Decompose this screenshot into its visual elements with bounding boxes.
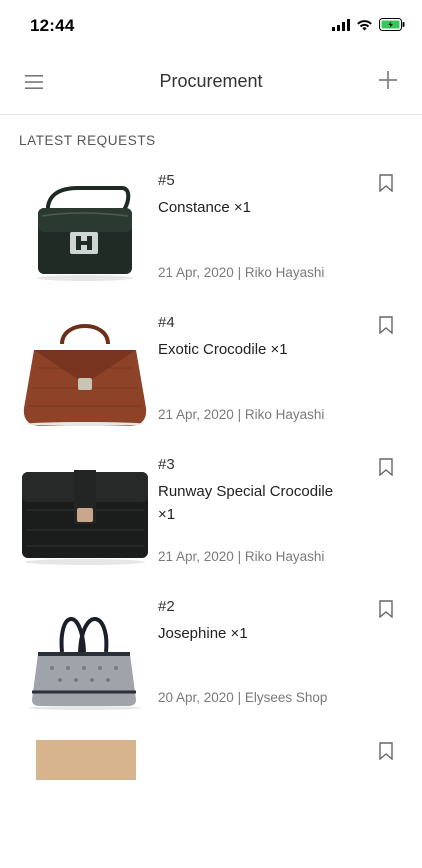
request-name: Josephine ×1 — [158, 625, 248, 642]
request-meta: 21 Apr, 2020 | Riko Hayashi — [158, 407, 325, 422]
page-title: Procurement — [159, 71, 263, 91]
request-item[interactable]: #3 Runway Special Crocodile ×1 21 Apr, 2… — [0, 444, 422, 584]
handbag-image — [36, 740, 136, 780]
section-header: LATEST REQUESTS — [19, 133, 156, 148]
request-name: Runway Special Crocodile ×1 — [158, 483, 334, 523]
signal-icon — [332, 18, 350, 31]
request-name: Exotic Crocodile ×1 — [158, 341, 288, 358]
status-bar: 12:44 — [0, 0, 422, 52]
plus-icon[interactable] — [376, 68, 400, 92]
bookmark-icon[interactable] — [378, 174, 394, 192]
request-meta: 21 Apr, 2020 | Riko Hayashi — [158, 549, 325, 564]
status-icons — [332, 18, 406, 31]
handbag-image — [23, 324, 147, 426]
request-meta: 20 Apr, 2020 | Elysees Shop — [158, 690, 328, 705]
request-meta: 21 Apr, 2020 | Riko Hayashi — [158, 265, 325, 280]
request-number: #3 — [158, 456, 175, 473]
handbag-image — [29, 617, 141, 710]
bookmark-icon[interactable] — [378, 316, 394, 334]
request-number: #2 — [158, 598, 175, 615]
request-number: #4 — [158, 314, 175, 331]
request-item[interactable]: #5 Constance ×1 21 Apr, 2020 | Riko Haya… — [0, 160, 422, 300]
navigation-bar: Procurement — [0, 52, 422, 115]
request-item[interactable] — [0, 728, 422, 868]
wifi-icon — [357, 19, 372, 30]
request-item[interactable]: #4 Exotic Crocodile ×1 21 Apr, 2020 | Ri… — [0, 302, 422, 442]
battery-icon — [379, 18, 405, 31]
bookmark-icon[interactable] — [378, 458, 394, 476]
handbag-image — [22, 470, 148, 565]
bookmark-icon[interactable] — [378, 600, 394, 618]
request-item[interactable]: #2 Josephine ×1 20 Apr, 2020 | Elysees S… — [0, 586, 422, 726]
request-number: #5 — [158, 172, 175, 189]
handbag-image — [37, 186, 133, 281]
status-time: 12:44 — [30, 16, 75, 35]
request-name: Constance ×1 — [158, 199, 251, 216]
bookmark-icon[interactable] — [378, 742, 394, 760]
